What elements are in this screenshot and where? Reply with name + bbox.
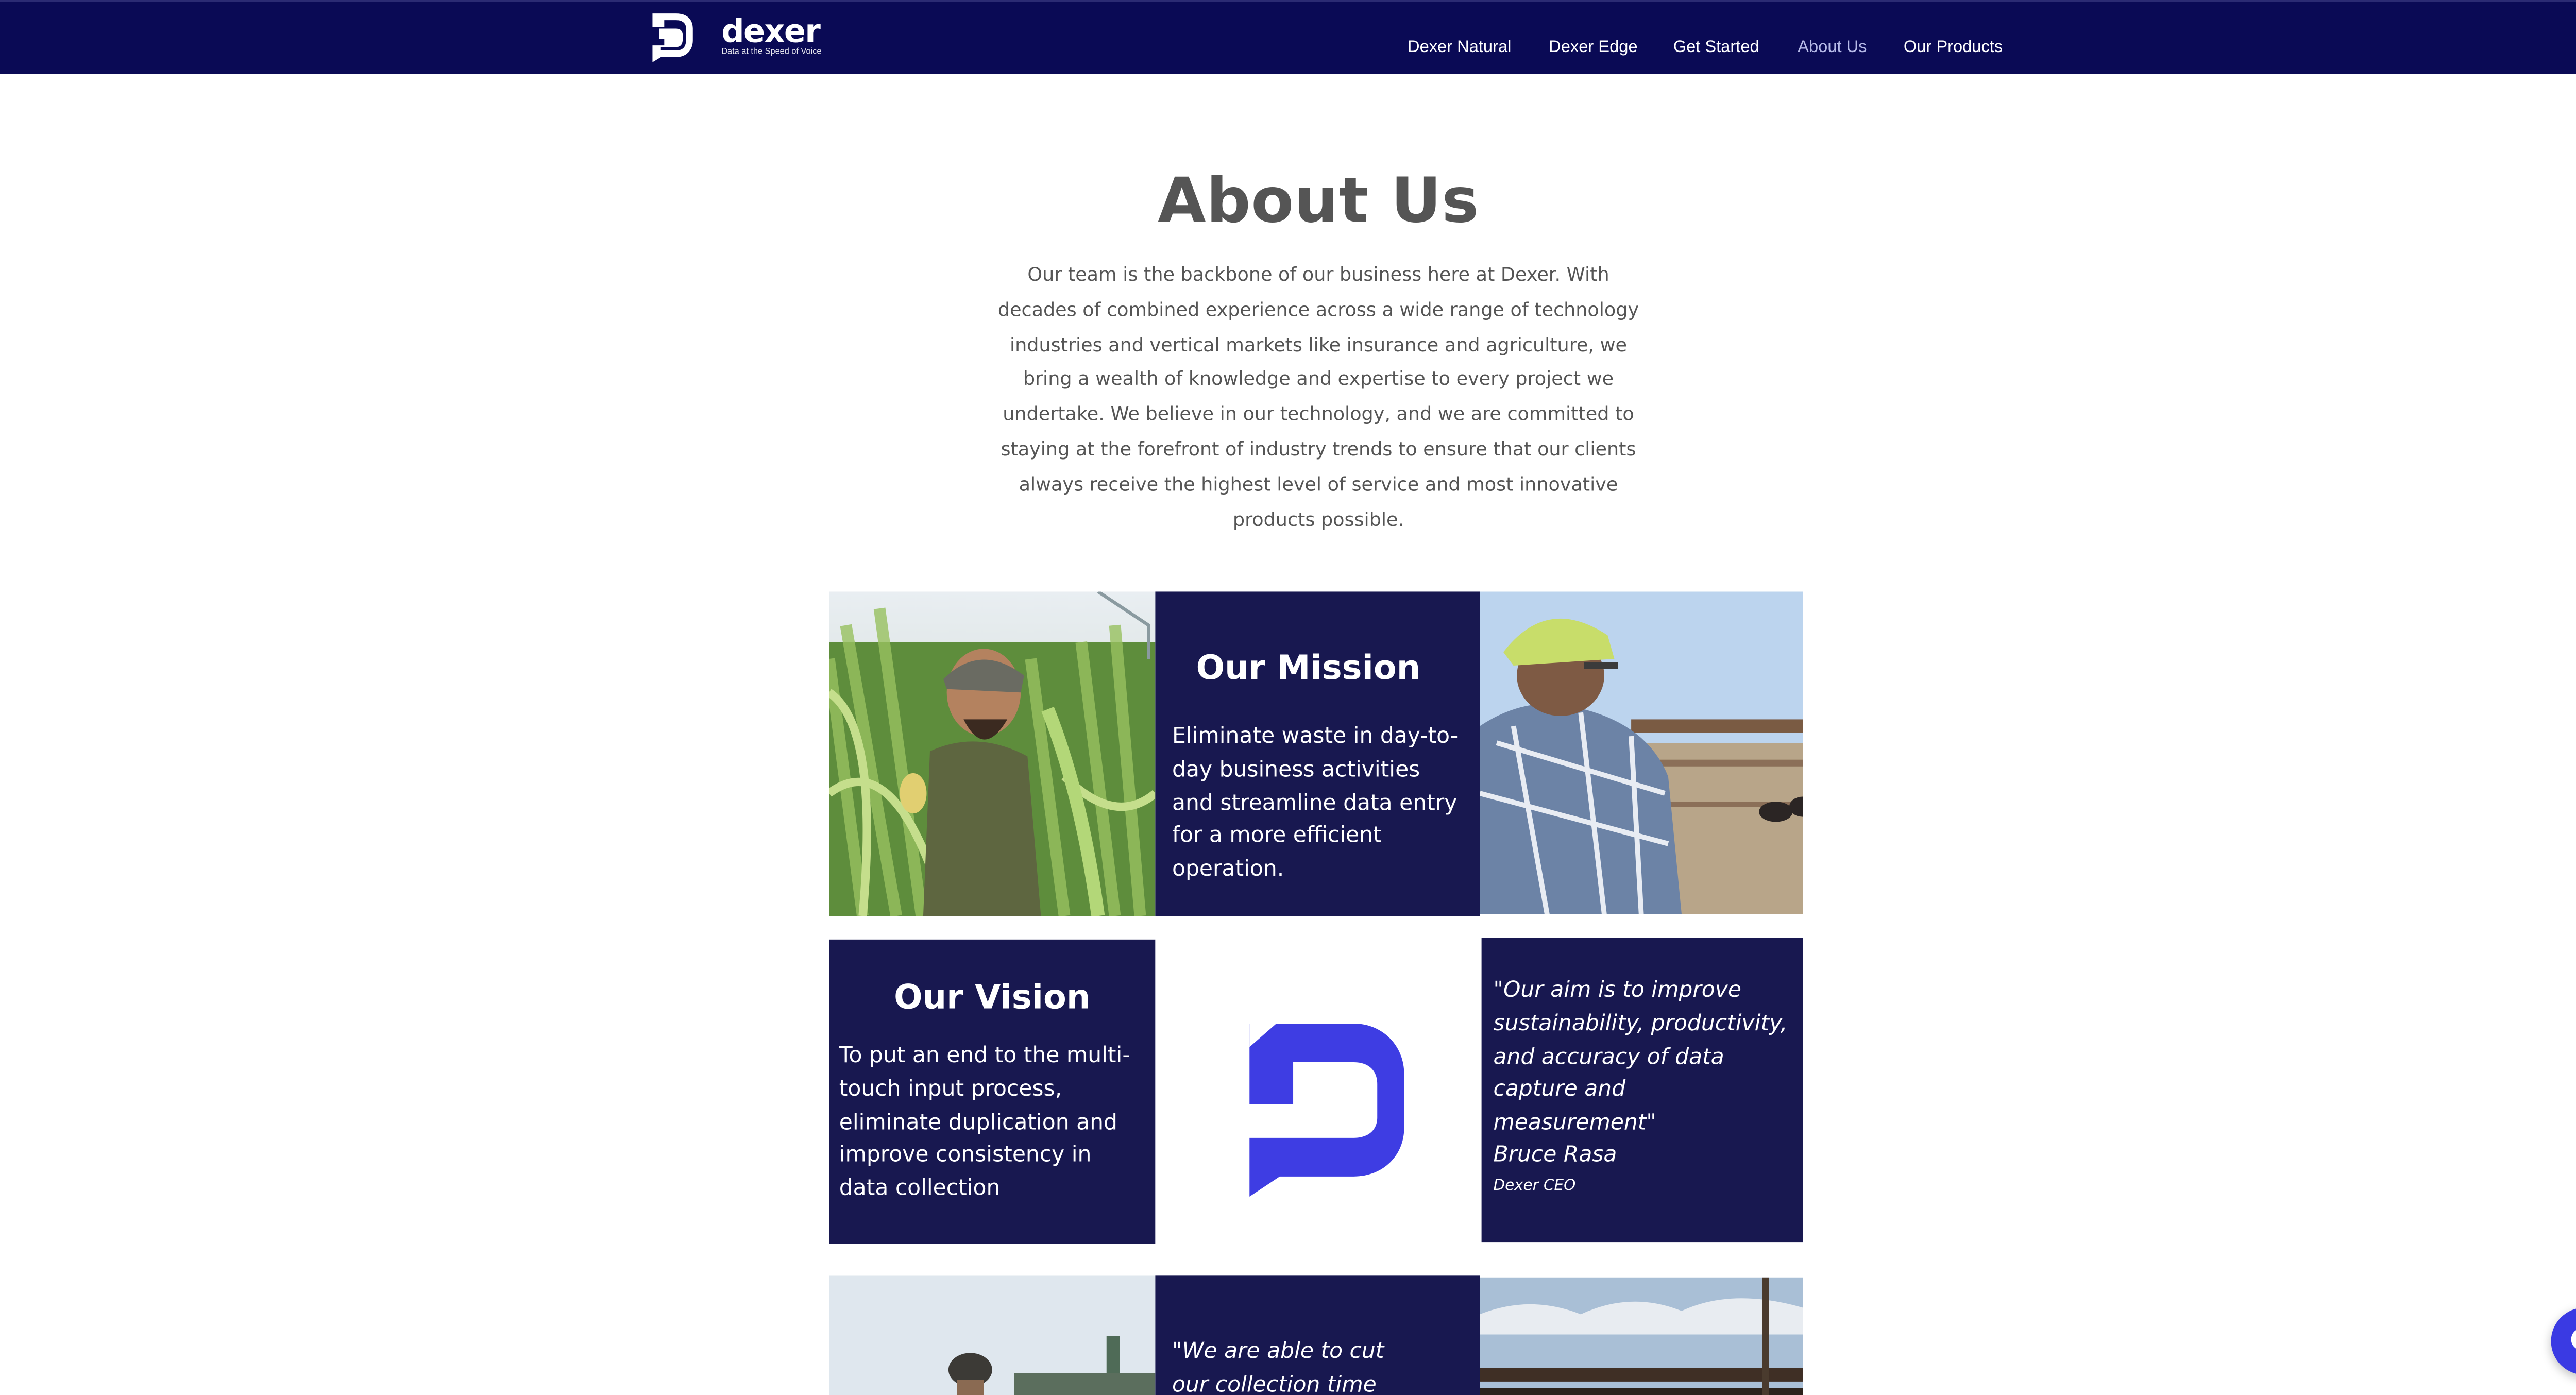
nav-our-products[interactable]: Our Products [1904, 39, 2003, 57]
nav-about-us[interactable]: About Us [1798, 39, 1867, 57]
nav-dexer-natural[interactable]: Dexer Natural [1408, 39, 1511, 57]
logo-tile [1155, 939, 1480, 1244]
mission-text: Eliminate waste in day-to-day business a… [1172, 724, 1459, 883]
photo-farmer-cornfield [829, 591, 1156, 916]
ceo-quote-text: "Our aim is to improve sustainability, p… [1493, 978, 1788, 1137]
photo-farmer-field [829, 1275, 1156, 1395]
vision-text: To put an end to the multi-touch input p… [839, 1044, 1130, 1202]
ceo-role: Dexer CEO [1493, 1178, 1576, 1195]
customer-quote-text: "We are able to cut our collection time … [1172, 1339, 1384, 1395]
customer-quote-card: "We are able to cut our collection time … [1155, 1275, 1480, 1395]
mission-heading: Our Mission [1196, 647, 1421, 688]
ceo-quote-card: "Our aim is to improve sustainability, p… [1481, 938, 1803, 1243]
ceo-name: Bruce Rasa [1493, 1143, 1617, 1168]
dexer-logo-icon[interactable] [649, 12, 696, 62]
chat-button[interactable] [2551, 1307, 2576, 1375]
nav-get-started[interactable]: Get Started [1673, 39, 1759, 57]
brand[interactable]: dexer Data at the Speed of Voice [721, 15, 821, 57]
dexer-logo-icon [1249, 1023, 1404, 1197]
page-title: About Us [1158, 164, 1479, 237]
chat-bubble-icon [2571, 1330, 2576, 1349]
brand-name: dexer [721, 13, 821, 50]
photo-sky-fence [1480, 1277, 1803, 1395]
vision-heading: Our Vision [894, 976, 1091, 1017]
top-navbar: dexer Data at the Speed of Voice Dexer N… [0, 0, 2576, 74]
page: dexer Data at the Speed of Voice Dexer N… [0, 0, 2576, 1395]
photo-rancher-fence [1480, 591, 1803, 914]
nav-dexer-edge[interactable]: Dexer Edge [1549, 39, 1637, 57]
mission-card: Our Mission Eliminate waste in day-to-da… [1155, 591, 1480, 916]
brand-tagline: Data at the Speed of Voice [721, 47, 822, 57]
vision-card: Our Vision To put an end to the multi-to… [829, 939, 1156, 1244]
intro-paragraph: Our team is the backbone of our business… [997, 264, 1639, 531]
